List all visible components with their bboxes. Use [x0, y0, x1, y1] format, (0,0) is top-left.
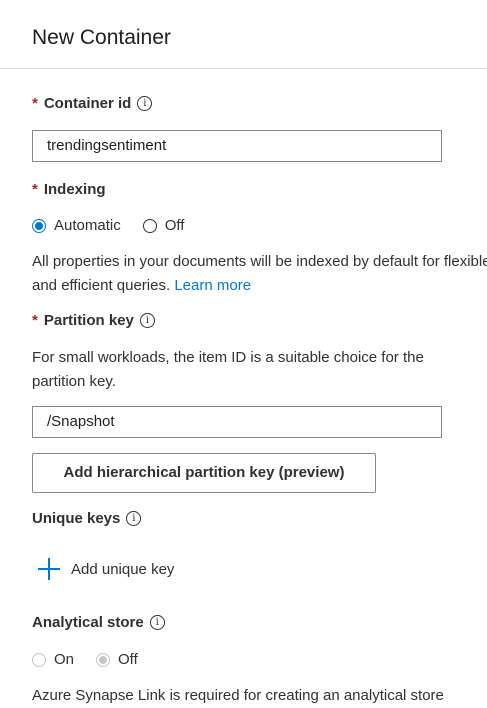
indexing-off-radio[interactable] [142, 218, 157, 233]
analytical-store-description: Azure Synapse Link is required for creat… [32, 687, 444, 704]
container-id-label-text: Container id [43, 95, 132, 112]
panel-header: New Container [0, 0, 487, 69]
indexing-description: All properties in your documents will be… [32, 250, 487, 298]
indexing-label: * Indexing [32, 181, 106, 198]
info-icon[interactable]: i [149, 615, 165, 630]
required-marker: * [32, 95, 38, 112]
info-icon[interactable]: i [126, 511, 142, 526]
info-icon[interactable]: i [139, 313, 155, 328]
indexing-label-text: Indexing [43, 181, 106, 198]
required-marker: * [32, 312, 38, 329]
add-hierarchical-partition-key-button[interactable]: Add hierarchical partition key (preview) [32, 453, 376, 493]
container-id-input[interactable]: trendingsentiment [32, 130, 442, 162]
learn-more-link[interactable]: Learn more [174, 277, 251, 294]
indexing-radio-group: Automatic Off [32, 217, 206, 234]
analytical-store-radio-group: On Off [32, 651, 160, 668]
container-id-label: * Container id i [32, 95, 153, 112]
plus-icon [38, 558, 60, 580]
add-unique-key-button[interactable]: Add unique key [38, 558, 174, 580]
indexing-automatic-radio[interactable] [32, 218, 46, 233]
indexing-description-text: All properties in your documents will be… [32, 253, 487, 294]
partition-key-description: For small workloads, the item ID is a su… [32, 349, 424, 390]
indexing-off-label[interactable]: Off [165, 217, 185, 234]
add-unique-key-label: Add unique key [71, 560, 175, 578]
partition-key-label: * Partition key i [32, 312, 155, 329]
analytical-store-on-radio[interactable] [32, 652, 46, 667]
analytical-store-on-label[interactable]: On [54, 651, 74, 668]
analytical-store-label: Analytical store i [32, 614, 165, 631]
unique-keys-label: Unique keys i [32, 510, 142, 527]
partition-key-input[interactable]: /Snapshot [32, 406, 442, 438]
panel-title: New Container [32, 26, 171, 49]
unique-keys-label-text: Unique keys [32, 510, 121, 527]
analytical-store-off-label[interactable]: Off [118, 651, 138, 668]
required-marker: * [32, 181, 38, 198]
partition-key-label-text: Partition key [43, 312, 134, 329]
info-icon[interactable]: i [137, 96, 153, 111]
analytical-store-label-text: Analytical store [32, 614, 144, 631]
indexing-automatic-label[interactable]: Automatic [54, 217, 121, 234]
analytical-store-off-radio[interactable] [96, 652, 111, 667]
